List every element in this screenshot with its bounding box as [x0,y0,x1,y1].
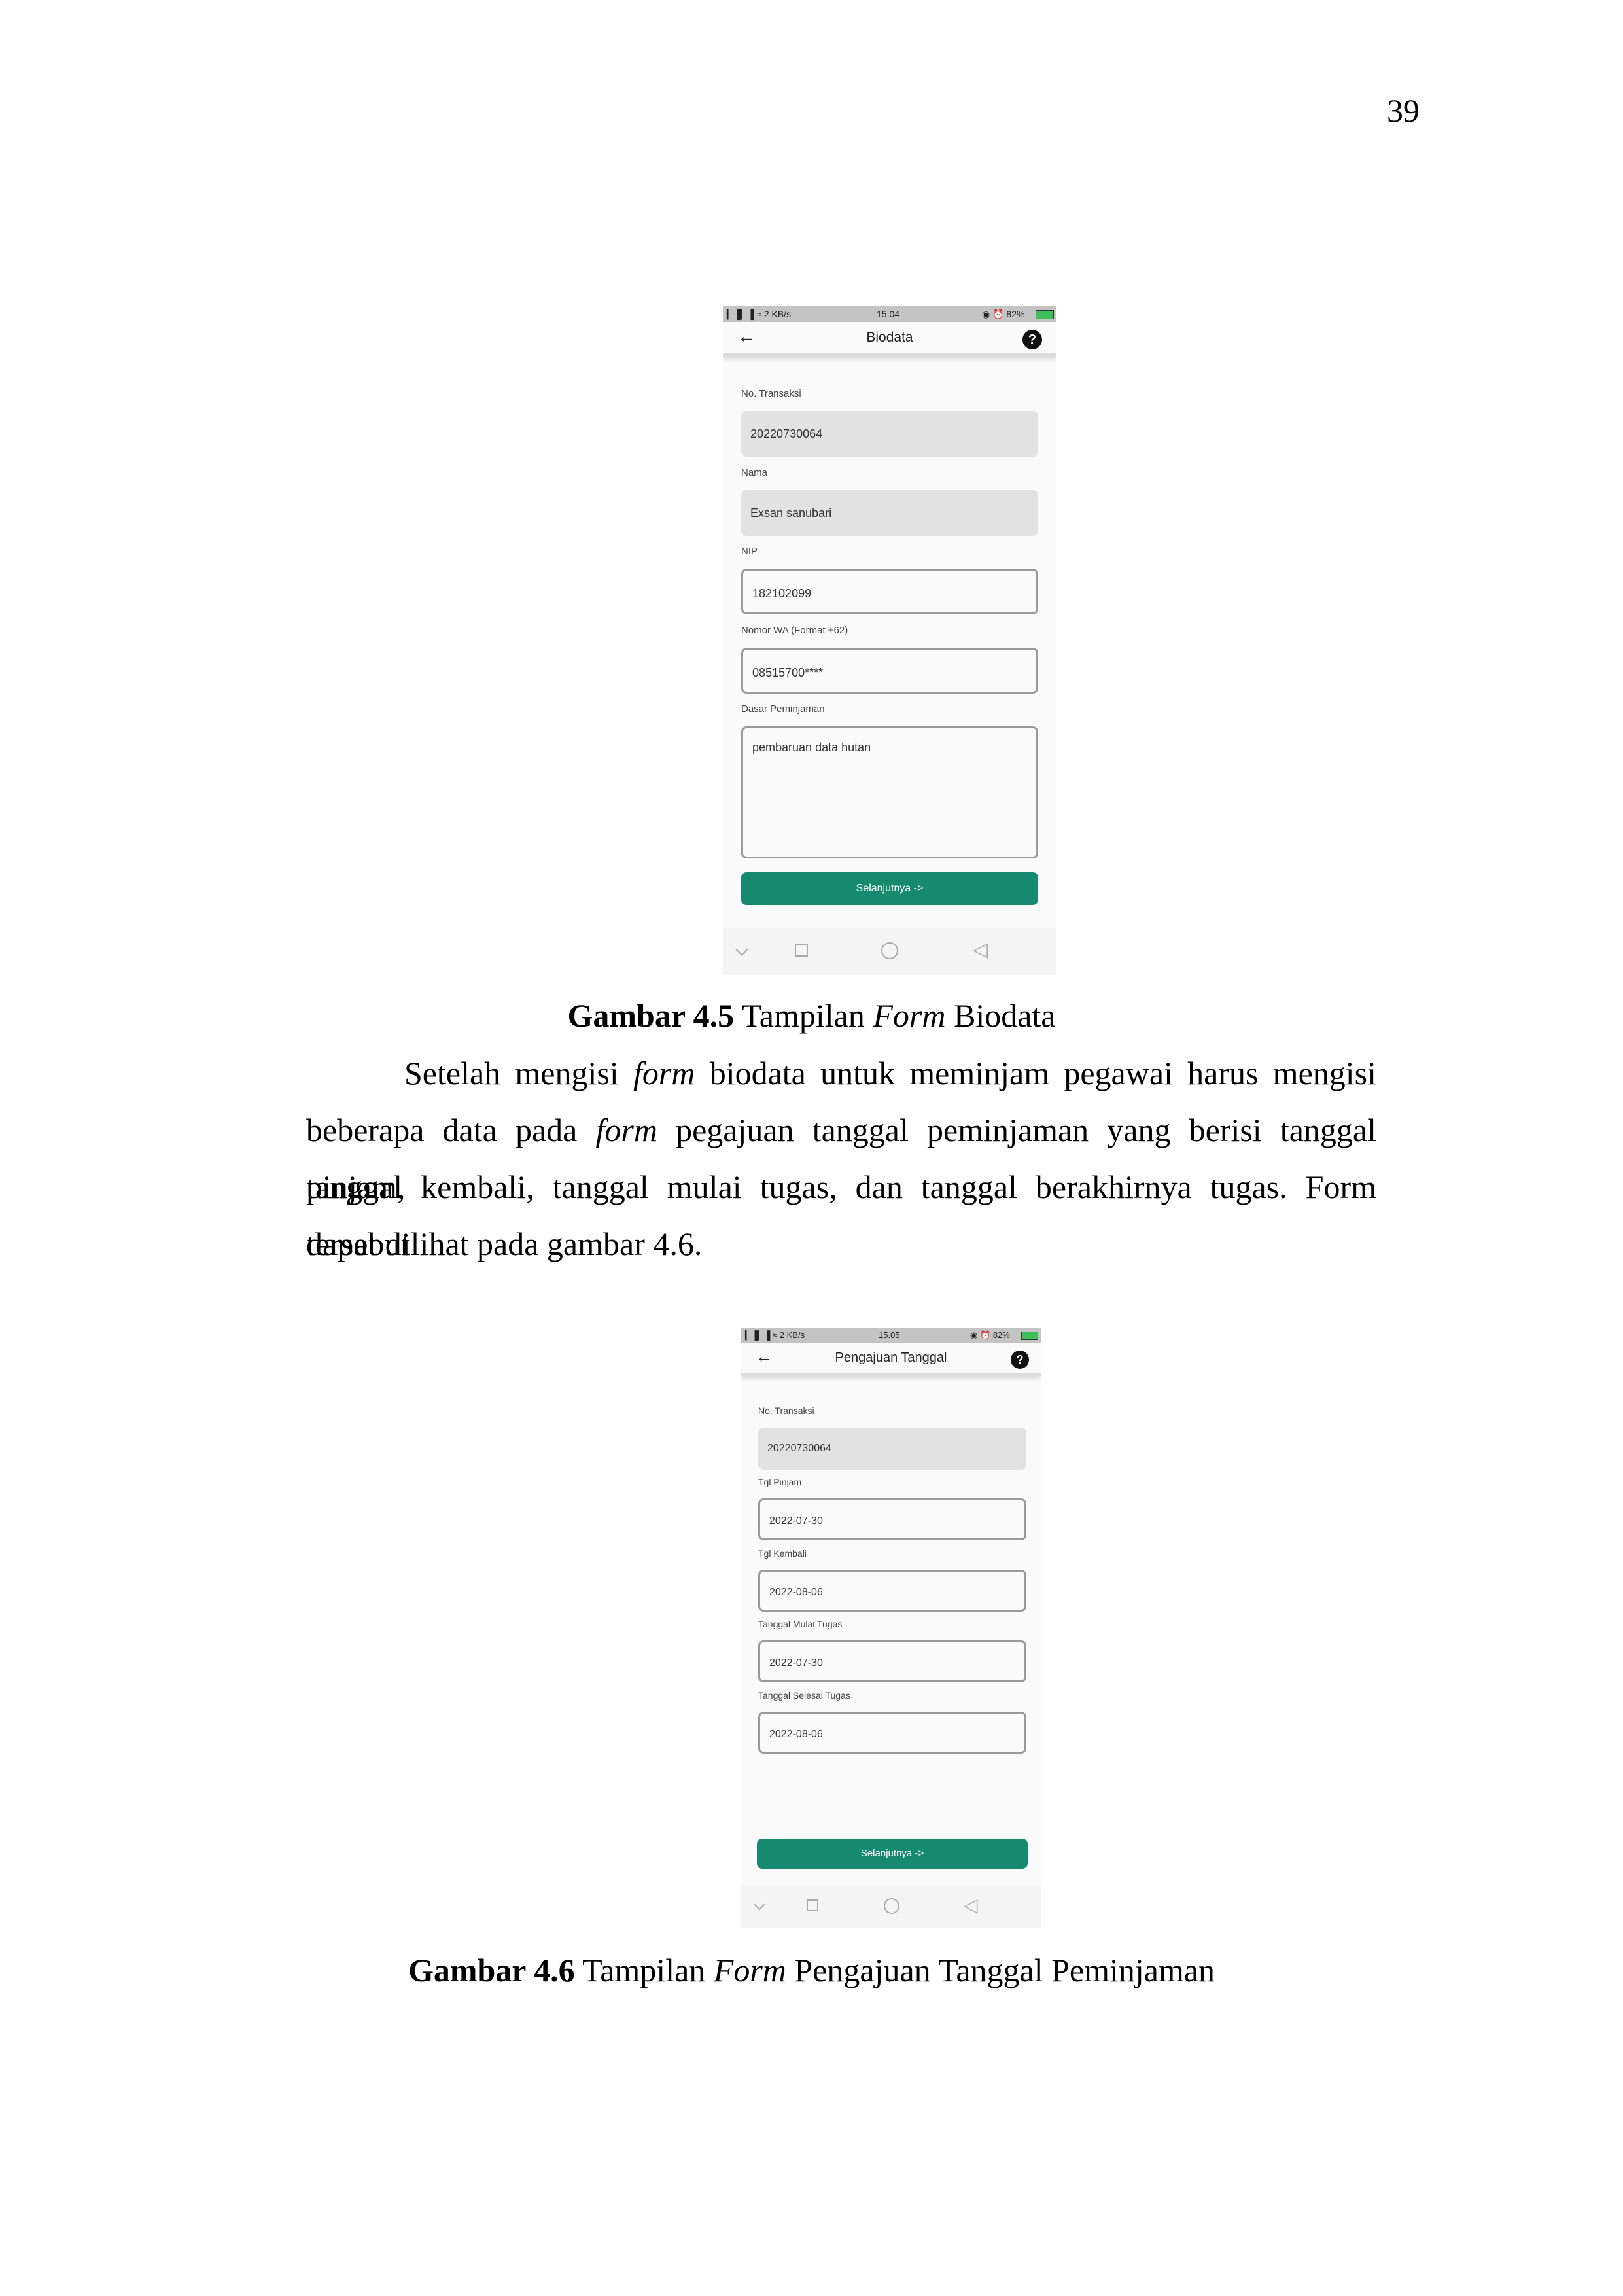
paragraph-line-3: tanggal kembali, tanggal mulai tugas, da… [306,1169,1376,1262]
nav-triangle-icon[interactable]: ◁ [964,1894,978,1916]
status-battery-text: ◉ ⏰ 82% [970,1330,1010,1340]
screen-title: Biodata [866,330,913,345]
nav-down-icon[interactable] [735,943,748,956]
next-button[interactable]: Selanjutnya -> [757,1839,1028,1869]
help-icon[interactable]: ? [1011,1351,1029,1369]
field-nip[interactable]: 182102099 [741,569,1038,614]
label-nip: NIP [741,546,758,557]
screen-title: Pengajuan Tanggal [835,1351,947,1365]
label-nama: Nama [741,467,768,478]
pengajuan-tanggal-screenshot: ▎▐▎▐ ≈ 2 KB/s 15.05 ◉ ⏰ 82% ← Pengajuan … [741,1328,1041,1928]
label-tgl-pinjam: Tgl Pinjam [758,1477,802,1487]
paragraph-line-1: Setelah mengisi form biodata untuk memin… [404,1055,1377,1091]
status-battery-text: ◉ ⏰ 82% [982,309,1025,319]
label-no-transaksi: No. Transaksi [758,1405,814,1416]
android-nav-bar: ◁ [741,1886,1041,1928]
nav-square-icon[interactable] [795,944,808,957]
label-nomor-wa: Nomor WA (Format +62) [741,625,848,636]
app-bar: ← Biodata ? [723,322,1056,357]
body-paragraph: Setelah mengisi form biodata untuk memin… [306,1045,1376,1273]
nav-circle-icon[interactable] [884,1898,899,1914]
nav-triangle-icon[interactable]: ◁ [973,938,988,961]
label-no-transaksi: No. Transaksi [741,388,801,399]
field-no-transaksi: 20220730064 [758,1428,1026,1470]
field-tanggal-mulai-tugas[interactable]: 2022-07-30 [758,1640,1026,1682]
status-signal-network: ▎▐▎▐ ≈ 2 KB/s [745,1330,805,1340]
status-time: 15.04 [877,309,900,319]
paragraph-line-4: dapat dilihat pada gambar 4.6. [306,1226,703,1262]
label-tgl-kembali: Tgl Kembali [758,1548,807,1559]
status-bar: ▎▐▎▐ ≈ 2 KB/s 15.04 ◉ ⏰ 82% [723,306,1056,322]
textarea-dasar-peminjaman[interactable]: pembaruan data hutan [741,726,1038,858]
biodata-screenshot: ▎▐▎▐ ≈ 2 KB/s 15.04 ◉ ⏰ 82% ← Biodata ? … [723,306,1056,975]
help-icon[interactable]: ? [1022,330,1042,349]
paragraph-line-2: beberapa data pada form pegajuan tanggal… [306,1112,1377,1205]
nav-down-icon[interactable] [754,1899,765,1911]
label-tanggal-mulai-tugas: Tanggal Mulai Tugas [758,1619,843,1629]
field-nomor-wa[interactable]: 08515700**** [741,648,1038,694]
figure-caption-4-6: Gambar 4.6 Tampilan Form Pengajuan Tangg… [408,1952,1215,1988]
page-number: 39 [1387,92,1420,129]
battery-icon [1036,310,1054,319]
battery-icon [1021,1332,1038,1340]
figure-caption-4-5: Gambar 4.5 Tampilan Form Biodata [567,997,1056,1034]
android-nav-bar: ◁ [723,928,1056,975]
label-tanggal-selesai-tugas: Tanggal Selesai Tugas [758,1690,850,1701]
status-bar: ▎▐▎▐ ≈ 2 KB/s 15.05 ◉ ⏰ 82% [741,1328,1041,1343]
nav-circle-icon[interactable] [881,942,898,959]
field-tgl-kembali[interactable]: 2022-08-06 [758,1570,1026,1612]
nav-square-icon[interactable] [807,1899,818,1911]
next-button[interactable]: Selanjutnya -> [741,872,1038,905]
status-time: 15.05 [879,1330,900,1340]
label-dasar-peminjaman: Dasar Peminjaman [741,703,825,715]
status-signal-network: ▎▐▎▐ ≈ 2 KB/s [727,309,792,319]
field-tgl-pinjam[interactable]: 2022-07-30 [758,1498,1026,1540]
field-tanggal-selesai-tugas[interactable]: 2022-08-06 [758,1712,1026,1754]
field-nama: Exsan sanubari [741,490,1038,536]
app-bar: ← Pengajuan Tanggal ? [741,1343,1041,1376]
field-no-transaksi: 20220730064 [741,411,1038,457]
